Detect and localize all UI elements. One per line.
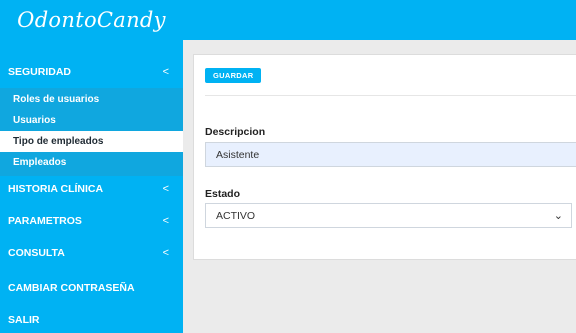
sidebar-subitem-label: Tipo de empleados	[13, 136, 104, 147]
sidebar-item-parametros[interactable]: PARAMETROS <	[0, 209, 183, 233]
main-content: GUARDAR Descripcion Asistente Estado ACT…	[183, 40, 576, 333]
chevron-left-icon: <	[162, 247, 169, 259]
sidebar-subitem-roles[interactable]: Roles de usuarios	[0, 89, 183, 110]
sidebar-item-salir[interactable]: SALIR	[0, 308, 183, 332]
descripcion-value: Asistente	[216, 148, 260, 161]
sidebar-subitem-label: Empleados	[13, 157, 67, 168]
submenu-seguridad: Roles de usuarios Usuarios Tipo de emple…	[0, 88, 183, 176]
sidebar-item-label: PARAMETROS	[8, 215, 82, 227]
sidebar-item-cambiar-contrasena[interactable]: CAMBIAR CONTRASEÑA	[0, 276, 183, 300]
descripcion-input[interactable]: Asistente	[205, 142, 576, 167]
sidebar: SEGURIDAD < Roles de usuarios Usuarios T…	[0, 40, 183, 333]
chevron-down-icon: ⌄	[553, 210, 563, 222]
save-button[interactable]: GUARDAR	[205, 68, 262, 83]
estado-label: Estado	[205, 188, 241, 200]
sidebar-item-label: SALIR	[8, 314, 40, 326]
brand-logo[interactable]: OdontoCandy	[0, 0, 183, 40]
sidebar-item-consulta[interactable]: CONSULTA <	[0, 241, 183, 265]
chevron-left-icon: <	[162, 66, 169, 78]
sidebar-subitem-usuarios[interactable]: Usuarios	[0, 110, 183, 131]
sidebar-item-label: CAMBIAR CONTRASEÑA	[8, 282, 135, 294]
sidebar-subitem-tipo-empleados[interactable]: Tipo de empleados	[0, 131, 183, 152]
form-panel: GUARDAR Descripcion Asistente Estado ACT…	[193, 54, 576, 260]
sidebar-item-label: HISTORIA CLÍNICA	[8, 183, 104, 195]
sidebar-item-label: CONSULTA	[8, 247, 65, 259]
sidebar-item-historia-clinica[interactable]: HISTORIA CLÍNICA <	[0, 177, 183, 201]
sidebar-subitem-label: Usuarios	[13, 115, 56, 126]
chevron-left-icon: <	[162, 215, 169, 227]
sidebar-subitem-empleados[interactable]: Empleados	[0, 152, 183, 173]
descripcion-label: Descripcion	[205, 126, 266, 138]
divider	[205, 95, 576, 96]
chevron-left-icon: <	[162, 183, 169, 195]
sidebar-item-seguridad[interactable]: SEGURIDAD <	[0, 60, 183, 84]
estado-select[interactable]: ACTIVO ⌄	[205, 203, 572, 228]
sidebar-item-label: SEGURIDAD	[8, 66, 72, 78]
sidebar-subitem-label: Roles de usuarios	[13, 94, 100, 105]
top-bar: OdontoCandy	[0, 0, 576, 40]
estado-value: ACTIVO	[216, 209, 256, 222]
